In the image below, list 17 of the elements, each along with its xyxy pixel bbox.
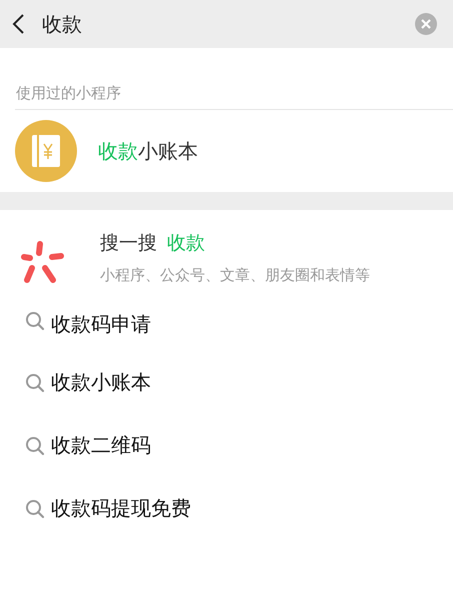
section-header: 使用过的小程序	[15, 84, 122, 104]
suggestion-item[interactable]: 收款码申请	[51, 311, 151, 338]
suggestion-item[interactable]: 收款二维码	[51, 432, 151, 459]
ledger-icon[interactable]	[15, 120, 77, 182]
search-icon	[25, 372, 45, 392]
search-bar[interactable]: 收款	[0, 0, 453, 48]
search-input[interactable]: 收款	[42, 10, 401, 38]
search-icon	[25, 498, 45, 518]
sousou-icon[interactable]	[20, 240, 66, 286]
suggestion-item[interactable]: 收款码提现免费	[51, 495, 191, 522]
search-icon	[25, 311, 45, 331]
suggestion-item[interactable]: 收款小账本	[51, 369, 151, 396]
sousou-subtitle: 小程序、公众号、文章、朋友圈和表情等	[100, 266, 370, 285]
clear-icon[interactable]	[415, 13, 437, 35]
sousou-title[interactable]: 搜一搜 收款	[100, 230, 370, 256]
search-icon	[25, 436, 45, 456]
mini-program-name[interactable]: 收款小账本	[98, 138, 198, 164]
